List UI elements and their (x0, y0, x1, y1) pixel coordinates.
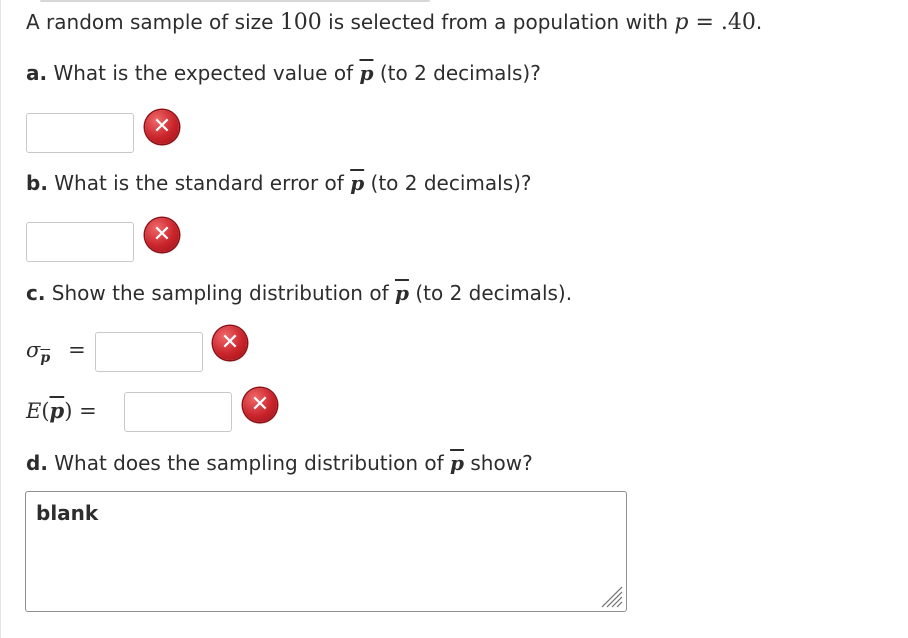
part-d-answer-text: blank (36, 501, 99, 525)
question-stem: A random sample of size 100 is selected … (26, 10, 762, 35)
equals-sign: = (68, 338, 86, 362)
top-divider (40, 0, 430, 2)
incorrect-x-icon: ✕ (243, 388, 277, 422)
incorrect-x-icon: ✕ (213, 326, 247, 360)
resize-grip-icon[interactable] (598, 583, 624, 609)
sigma-p-bar-input[interactable] (95, 332, 203, 372)
part-c-text-post: (to 2 decimals). (408, 281, 573, 305)
part-c-label: c. (26, 281, 46, 305)
sigma-p-bar-row: σp = (26, 338, 86, 366)
part-d-prompt: d. What does the sampling distribution o… (26, 451, 533, 475)
part-b-prompt: b. What is the standard error of p (to 2… (26, 171, 532, 195)
p-bar-symbol: p (450, 451, 465, 475)
open-paren: ( (41, 399, 50, 423)
part-b-text: What is the standard error of (47, 171, 351, 195)
p-value: .40 (720, 10, 756, 35)
part-b-text-post: (to 2 decimals)? (364, 171, 532, 195)
part-c-prompt: c. Show the sampling distribution of p (… (26, 281, 572, 305)
stem-text-1: A random sample of size (26, 10, 280, 34)
part-d-text: What does the sampling distribution of (47, 451, 451, 475)
stem-period: . (755, 10, 763, 34)
incorrect-x-icon: ✕ (145, 218, 179, 252)
part-c-text: Show the sampling distribution of (45, 281, 395, 305)
part-a-prompt: a. What is the expected value of p (to 2… (26, 61, 541, 85)
part-d-label: d. (26, 451, 48, 475)
equals-sign: = (72, 399, 97, 423)
equals-sign: = (688, 10, 721, 35)
expectation-E: E (26, 399, 42, 423)
expected-p-bar-row: E(p) = (26, 398, 97, 423)
incorrect-x-icon: ✕ (145, 110, 179, 144)
p-symbol: p (674, 10, 689, 35)
part-a-text: What is the expected value of (47, 61, 360, 85)
sigma-symbol: σ (26, 338, 41, 362)
left-divider (0, 0, 1, 638)
part-a-answer-input[interactable] (26, 113, 134, 153)
p-bar-symbol: p (350, 171, 365, 195)
expected-p-bar-input[interactable] (124, 392, 232, 432)
part-a-label: a. (26, 61, 48, 85)
part-d-text-post: show? (464, 451, 533, 475)
part-b-answer-input[interactable] (26, 222, 134, 262)
p-bar-symbol: p (359, 61, 374, 85)
p-bar-subscript: p (40, 350, 51, 366)
sample-size: 100 (279, 10, 322, 35)
p-bar-symbol: p (394, 281, 409, 305)
part-b-label: b. (26, 171, 48, 195)
p-bar-symbol: p (49, 398, 65, 423)
part-d-answer-box[interactable]: blank (25, 491, 627, 612)
stem-text-2: is selected from a population with (321, 10, 675, 34)
part-a-text-post: (to 2 decimals)? (373, 61, 541, 85)
